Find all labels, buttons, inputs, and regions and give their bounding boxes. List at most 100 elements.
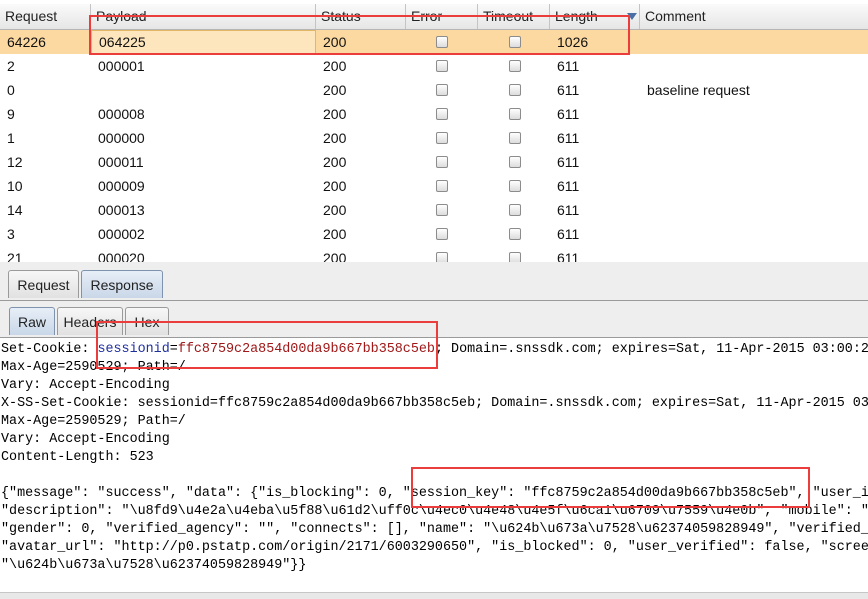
cell-payload: 000009 (98, 178, 145, 194)
cell-comment (640, 30, 868, 54)
cell-status: 200 (323, 178, 347, 194)
cell-request: 1 (7, 130, 15, 146)
cell-request: 3 (7, 226, 15, 242)
table-row[interactable]: 12 000011 200 611 (0, 150, 868, 174)
column-header-payload[interactable]: Payload (91, 4, 316, 29)
cell-status: 200 (323, 106, 347, 122)
cell-length: 611 (557, 178, 580, 194)
tab-request[interactable]: Request (8, 270, 79, 298)
error-checkbox[interactable] (436, 156, 448, 168)
column-header-comment[interactable]: Comment (640, 4, 868, 29)
cookie-value: ffc8759c2a854d00da9b667bb358c5eb (177, 342, 435, 357)
table-row[interactable]: 64226 064225 200 1026 (0, 30, 868, 54)
cell-length: 611 (557, 154, 580, 170)
column-header-error[interactable]: Error (406, 4, 478, 29)
cell-request: 2 (7, 58, 15, 74)
tab-headers[interactable]: Headers (57, 307, 123, 335)
response-body-line: "gender": 0, "verified_agency": "", "con… (1, 522, 868, 537)
results-table: Request Payload Status Error Timeout Len… (0, 0, 868, 263)
cell-length: 611 (557, 106, 580, 122)
cell-status: 200 (323, 130, 347, 146)
column-header-length[interactable]: Length (550, 4, 640, 29)
cell-request: 12 (7, 154, 23, 170)
response-line: Content-Length: 523 (1, 450, 154, 465)
error-checkbox[interactable] (436, 204, 448, 216)
cell-length: 611 (557, 226, 580, 242)
response-line: Set-Cookie: sessionid=ffc8759c2a854d00da… (1, 341, 868, 359)
cell-comment (640, 174, 868, 198)
cell-payload (91, 78, 316, 102)
column-header-status[interactable]: Status (316, 4, 406, 29)
response-body-line: {"message": "success", "data": {"is_bloc… (1, 486, 868, 501)
cell-payload: 000011 (98, 154, 144, 170)
error-checkbox[interactable] (436, 180, 448, 192)
table-row[interactable]: 9 000008 200 611 (0, 102, 868, 126)
error-checkbox[interactable] (436, 60, 448, 72)
cell-payload: 064225 (91, 30, 316, 54)
cell-comment (640, 54, 868, 78)
response-line: Max-Age=2590529; Path=/ (1, 414, 186, 429)
header-name: Set-Cookie: (1, 342, 98, 357)
cookie-attributes: ; Domain=.snssdk.com; expires=Sat, 11-Ap… (434, 342, 868, 357)
response-line: Vary: Accept-Encoding (1, 378, 170, 393)
cell-request: 64226 (7, 34, 46, 50)
cell-payload: 000020 (98, 250, 145, 263)
timeout-checkbox[interactable] (509, 228, 521, 240)
table-row[interactable]: 3 000002 200 611 (0, 222, 868, 246)
cell-status: 200 (323, 250, 347, 263)
error-checkbox[interactable] (436, 84, 448, 96)
table-row[interactable]: 2 000001 200 611 (0, 54, 868, 78)
cell-payload: 000013 (98, 202, 145, 218)
cell-length: 1026 (557, 34, 589, 50)
table-row[interactable]: 0 200 611 baseline request (0, 78, 868, 102)
response-body-line: "\u624b\u673a\u7528\u62374059828949"}} (1, 558, 307, 573)
cell-request: 10 (7, 178, 23, 194)
cell-request: 21 (7, 250, 23, 263)
table-header: Request Payload Status Error Timeout Len… (0, 4, 868, 30)
timeout-checkbox[interactable] (509, 60, 521, 72)
cell-comment (640, 150, 868, 174)
tab-raw[interactable]: Raw (9, 307, 55, 335)
cell-payload: 000001 (98, 58, 145, 74)
column-header-request[interactable]: Request (0, 4, 91, 29)
cookie-name: sessionid (97, 342, 170, 357)
tab-hex[interactable]: Hex (125, 307, 169, 335)
timeout-checkbox[interactable] (509, 204, 521, 216)
column-header-length-label: Length (555, 8, 598, 24)
tab-response[interactable]: Response (81, 270, 163, 298)
cell-length: 611 (557, 82, 580, 98)
cell-length: 611 (557, 58, 580, 74)
equals-sign: = (169, 342, 178, 357)
timeout-checkbox[interactable] (509, 156, 521, 168)
timeout-checkbox[interactable] (509, 180, 521, 192)
response-body-line: "avatar_url": "http://p0.pstatp.com/orig… (1, 540, 868, 555)
table-row[interactable]: 14 000013 200 611 (0, 198, 868, 222)
table-row[interactable]: 21 000020 200 611 (0, 246, 868, 263)
response-line: Max-Age=2590529; Path=/ (1, 360, 186, 375)
cell-comment (640, 126, 868, 150)
cell-request: 9 (7, 106, 15, 122)
cell-status: 200 (323, 82, 347, 98)
column-header-timeout[interactable]: Timeout (478, 4, 550, 29)
response-line: Vary: Accept-Encoding (1, 432, 170, 447)
response-body-line: "description": "\u8fd9\u4e2a\u4eba\u5f88… (1, 504, 868, 519)
error-checkbox[interactable] (436, 228, 448, 240)
cell-payload: 000008 (98, 106, 145, 122)
timeout-checkbox[interactable] (509, 36, 521, 48)
error-checkbox[interactable] (436, 132, 448, 144)
timeout-checkbox[interactable] (509, 84, 521, 96)
cell-status: 200 (323, 154, 347, 170)
timeout-checkbox[interactable] (509, 132, 521, 144)
message-tabbar: Request Response (0, 262, 868, 301)
table-row[interactable]: 10 000009 200 611 (0, 174, 868, 198)
cell-comment (640, 198, 868, 222)
cell-comment (640, 222, 868, 246)
response-raw-view[interactable]: Set-Cookie: sessionid=ffc8759c2a854d00da… (0, 338, 868, 598)
error-checkbox[interactable] (436, 108, 448, 120)
view-tabbar: Raw Headers Hex (0, 301, 868, 338)
table-row[interactable]: 1 000000 200 611 (0, 126, 868, 150)
timeout-checkbox[interactable] (509, 108, 521, 120)
error-checkbox[interactable] (436, 36, 448, 48)
cell-request: 0 (7, 82, 15, 98)
response-line: X-SS-Set-Cookie: sessionid=ffc8759c2a854… (1, 396, 868, 411)
